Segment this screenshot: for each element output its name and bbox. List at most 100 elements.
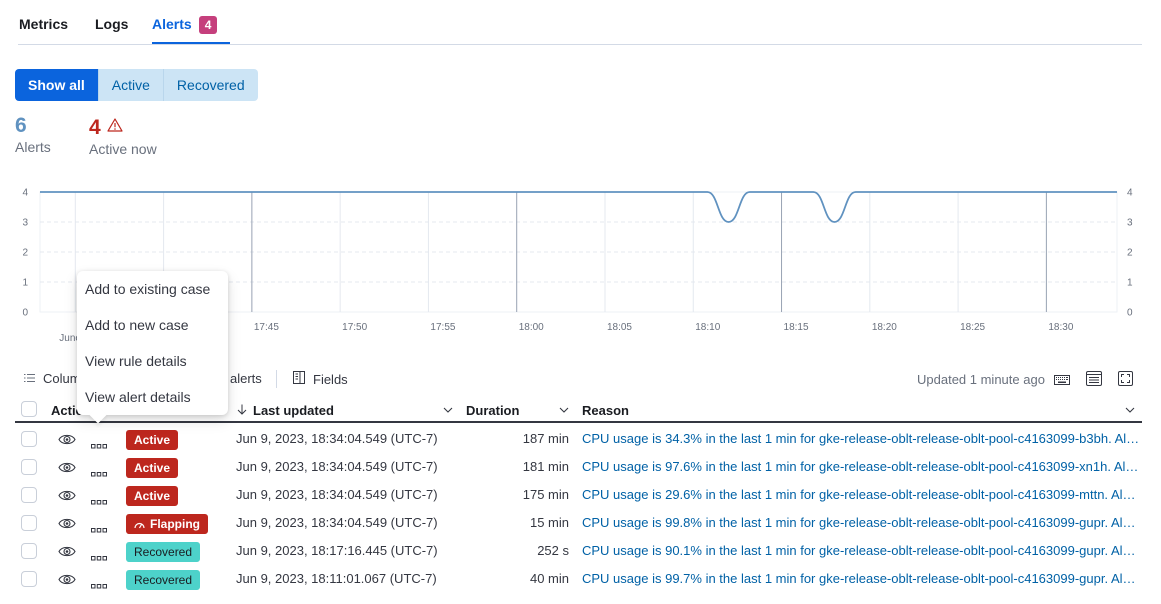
status-badge: Active (126, 430, 179, 450)
more-actions-icon[interactable] (91, 493, 107, 508)
duration-cell: 181 min (522, 459, 569, 474)
status-badge-label: Flapping (150, 517, 200, 531)
menu-item-view-rule-details[interactable]: View rule details (85, 353, 187, 369)
select-all-checkbox[interactable] (21, 401, 37, 417)
y-tick-label-right: 1 (1127, 278, 1133, 289)
status-badge: Recovered (126, 570, 201, 590)
flapping-icon (134, 515, 145, 535)
column-header-last-updated[interactable]: Last updated (237, 403, 334, 418)
more-actions-icon[interactable] (91, 437, 107, 452)
keyboard-shortcuts-icon[interactable] (1054, 373, 1070, 388)
x-tick-label: 18:05 (607, 322, 632, 333)
last-updated-cell: Jun 9, 2023, 18:34:04.549 (UTC-7) (236, 515, 438, 530)
row-select-checkbox[interactable] (21, 543, 37, 559)
view-details-eye-icon[interactable] (58, 517, 76, 533)
more-actions-icon[interactable] (91, 521, 107, 536)
y-tick-label-left: 2 (22, 248, 28, 259)
column-header-reason[interactable]: Reason (582, 403, 629, 418)
more-actions-icon[interactable] (91, 577, 107, 592)
reason-link[interactable]: CPU usage is 34.3% in the last 1 min for… (582, 431, 1142, 446)
filter-recovered-button[interactable]: Recovered (163, 69, 258, 101)
more-actions-icon[interactable] (91, 549, 107, 564)
last-updated-cell: Jun 9, 2023, 18:34:04.549 (UTC-7) (236, 431, 438, 446)
view-details-eye-icon[interactable] (58, 573, 76, 589)
filter-show-all-button[interactable]: Show all (15, 69, 99, 101)
active-alerts-stat: 4 Active now (89, 114, 157, 157)
last-updated-cell: Jun 9, 2023, 18:11:01.067 (UTC-7) (236, 571, 437, 586)
alerts-count-badge: 4 (198, 16, 218, 34)
fullscreen-icon[interactable] (1118, 371, 1133, 389)
last-updated-label: Last updated (253, 403, 334, 418)
row-select-checkbox[interactable] (21, 571, 37, 587)
status-badge-label: Active (134, 433, 171, 447)
row-select-checkbox[interactable] (21, 431, 37, 447)
table-row: Flapping Jun 9, 2023, 18:34:04.549 (UTC-7… (15, 510, 1142, 538)
row-select-checkbox[interactable] (21, 459, 37, 475)
reason-link[interactable]: CPU usage is 97.6% in the last 1 min for… (582, 459, 1142, 474)
selected-alerts-button[interactable]: alerts (230, 371, 262, 386)
x-tick-label: 17:50 (342, 322, 367, 333)
reason-link[interactable]: CPU usage is 99.8% in the last 1 min for… (582, 515, 1142, 530)
table-row: Recovered Jun 9, 2023, 18:17:16.445 (UTC-… (15, 538, 1142, 566)
tab-bar: Metrics Logs Alerts 4 (18, 0, 1142, 45)
table-row: Active Jun 9, 2023, 18:34:04.549 (UTC-7) 1… (15, 454, 1142, 482)
view-details-eye-icon[interactable] (58, 461, 76, 477)
row-actions-popover: Add to existing case Add to new case Vie… (77, 271, 228, 424)
view-details-eye-icon[interactable] (58, 489, 76, 505)
filter-active-button[interactable]: Active (98, 69, 164, 101)
menu-item-add-to-existing-case[interactable]: Add to existing case (85, 281, 210, 297)
menu-item-view-alert-details[interactable]: View alert details (85, 389, 191, 405)
status-badge: Active (126, 458, 179, 478)
x-tick-label: 18:25 (960, 322, 985, 333)
duration-cell: 252 s (537, 543, 569, 558)
last-updated-text: Updated 1 minute ago (917, 372, 1045, 387)
view-details-eye-icon[interactable] (58, 433, 76, 449)
list-icon (24, 371, 35, 386)
duration-cell: 40 min (529, 571, 569, 586)
row-density-icon[interactable] (1086, 371, 1102, 389)
sort-descending-icon (237, 403, 247, 418)
duration-menu-chevron-icon[interactable] (559, 403, 569, 418)
y-tick-label-left: 3 (22, 218, 28, 229)
y-tick-label-right: 3 (1127, 218, 1133, 229)
row-select-checkbox[interactable] (21, 487, 37, 503)
x-tick-label: 18:20 (872, 322, 897, 333)
status-badge: Flapping (126, 514, 208, 534)
last-updated-menu-chevron-icon[interactable] (443, 403, 453, 418)
fields-button[interactable]: Fields (293, 371, 348, 387)
tab-alerts[interactable]: Alerts 4 (152, 16, 218, 34)
active-alerts-label: Active now (89, 141, 157, 157)
y-tick-label-right: 0 (1127, 308, 1133, 319)
status-badge-label: Recovered (134, 545, 193, 559)
column-header-duration[interactable]: Duration (466, 403, 519, 418)
reason-link[interactable]: CPU usage is 90.1% in the last 1 min for… (582, 543, 1142, 558)
tab-logs[interactable]: Logs (95, 16, 128, 32)
y-tick-label-left: 4 (22, 188, 28, 199)
status-badge-label: Active (134, 489, 171, 503)
active-tab-indicator (152, 42, 230, 44)
active-alerts-value: 4 (89, 116, 101, 139)
more-actions-icon[interactable] (91, 465, 107, 480)
view-details-eye-icon[interactable] (58, 545, 76, 561)
warning-icon (107, 114, 123, 138)
total-alerts-label: Alerts (15, 139, 51, 155)
last-updated-cell: Jun 9, 2023, 18:34:04.549 (UTC-7) (236, 459, 438, 474)
x-tick-label: 17:45 (254, 322, 279, 333)
status-badge-label: Recovered (134, 573, 193, 587)
duration-cell: 15 min (529, 515, 569, 530)
x-tick-label: 18:00 (519, 322, 544, 333)
status-badge: Recovered (126, 542, 201, 562)
y-tick-label-left: 1 (22, 278, 28, 289)
total-alerts-stat: 6 Alerts (15, 114, 51, 155)
reason-link[interactable]: CPU usage is 29.6% in the last 1 min for… (582, 487, 1142, 502)
row-select-checkbox[interactable] (21, 515, 37, 531)
menu-item-add-to-new-case[interactable]: Add to new case (85, 317, 189, 333)
tab-metrics[interactable]: Metrics (19, 16, 68, 32)
x-tick-label: 18:30 (1048, 322, 1073, 333)
y-tick-label-right: 4 (1127, 188, 1133, 199)
reason-link[interactable]: CPU usage is 99.7% in the last 1 min for… (582, 571, 1142, 586)
alert-status-filter: Show all Active Recovered (15, 69, 258, 101)
table-row: Active Jun 9, 2023, 18:34:04.549 (UTC-7) 1… (15, 482, 1142, 510)
table-row: Active Jun 9, 2023, 18:34:04.549 (UTC-7) 1… (15, 426, 1142, 454)
reason-menu-chevron-icon[interactable] (1125, 403, 1135, 418)
